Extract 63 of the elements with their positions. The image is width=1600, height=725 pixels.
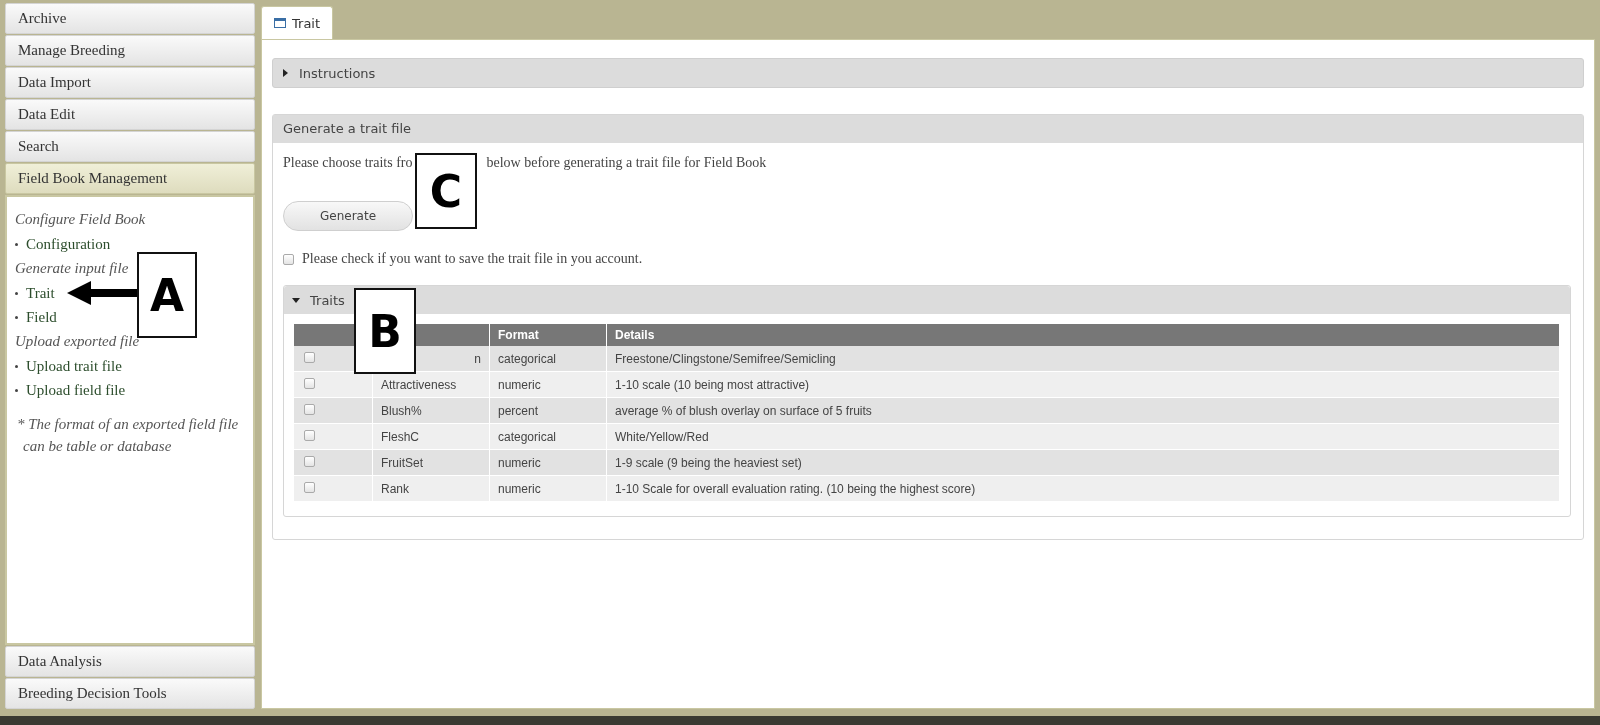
menu-link[interactable]: Configuration (26, 235, 111, 253)
table-cell: Attractiveness (381, 377, 457, 392)
sidebar-item[interactable]: Data Edit (5, 99, 255, 130)
bullet-icon (15, 242, 18, 246)
checkbox[interactable] (304, 481, 315, 493)
table-cell: 1-10 scale (10 being most attractive) (615, 377, 810, 392)
section-heading: Configure Field Book (15, 211, 147, 228)
checkbox[interactable] (304, 351, 315, 363)
callout-label: A (137, 252, 197, 338)
note-text: * The format of an exported field file can be table or database (16, 415, 240, 456)
callout-label: C (415, 153, 477, 229)
table-cell: Rank (381, 481, 409, 496)
checkbox[interactable] (283, 253, 294, 265)
menu-link[interactable]: Field (26, 308, 57, 326)
caret-icon (292, 296, 300, 304)
panel-title: Generate a trait file (273, 115, 1583, 143)
sidebar-item[interactable]: Manage Breeding (5, 35, 255, 66)
table-cell: Freestone/Clingstone/Semifree/Semicling (615, 351, 836, 366)
bullet-icon (15, 291, 18, 295)
instruction-text: below before generating a trait file for Field Book (486, 155, 767, 171)
table-cell: FleshC (381, 429, 419, 444)
checkbox[interactable] (304, 403, 315, 415)
table-cell: numeric (498, 455, 541, 470)
table-cell: percent (498, 403, 539, 418)
table-cell: average % of blush overlay on surface of 5 fruits (615, 403, 872, 418)
arrow-icon (66, 281, 137, 305)
caret-icon (281, 69, 289, 77)
sidebar-item[interactable]: Field Book Management (5, 163, 255, 194)
instruction-text: Please choose traits fro (283, 155, 413, 171)
header-cell: Details (606, 324, 1560, 346)
menu-link[interactable]: Upload field file (26, 381, 126, 399)
bullet-icon (15, 315, 18, 319)
checkbox[interactable] (304, 429, 315, 441)
menu-link[interactable]: Trait (26, 284, 55, 302)
checkbox[interactable] (304, 377, 315, 389)
checkbox[interactable] (304, 455, 315, 467)
callout-label: B (354, 288, 416, 374)
accordion-header[interactable]: Traits (284, 286, 1570, 314)
sidebar-item[interactable]: Data Analysis (5, 646, 255, 677)
tab[interactable]: Trait (261, 6, 334, 39)
table-cell: n (474, 351, 481, 366)
table-cell: Blush% (381, 403, 422, 418)
bullet-icon (15, 364, 18, 368)
sidebar-item[interactable]: Search (5, 131, 255, 162)
table-cell: categorical (498, 429, 557, 444)
header-cell: Format (489, 324, 607, 346)
checkbox-label: Please check if you want to save the trait file in you account. (302, 251, 643, 267)
table-cell: FruitSet (381, 455, 423, 470)
table-cell: categorical (498, 351, 557, 366)
table-cell: White/Yellow/Red (615, 429, 709, 444)
table-cell: 1-9 scale (9 being the heaviest set) (615, 455, 802, 470)
menu-link[interactable]: Upload trait file (26, 357, 122, 375)
sidebar-item[interactable]: Breeding Decision Tools (5, 678, 255, 709)
sidebar-item[interactable]: Data Import (5, 67, 255, 98)
section-heading: Generate input file (15, 260, 130, 277)
table-cell: 1-10 Scale for overall evaluation rating. (10 being the highest score) (615, 481, 976, 496)
window-icon (274, 18, 286, 28)
sidebar-item[interactable]: Archive (5, 3, 255, 34)
accordion-header[interactable]: Instructions (272, 58, 1584, 88)
table-cell: numeric (498, 481, 541, 496)
bullet-icon (15, 388, 18, 392)
table-cell: numeric (498, 377, 541, 392)
generate-button[interactable]: Generate (283, 201, 413, 231)
